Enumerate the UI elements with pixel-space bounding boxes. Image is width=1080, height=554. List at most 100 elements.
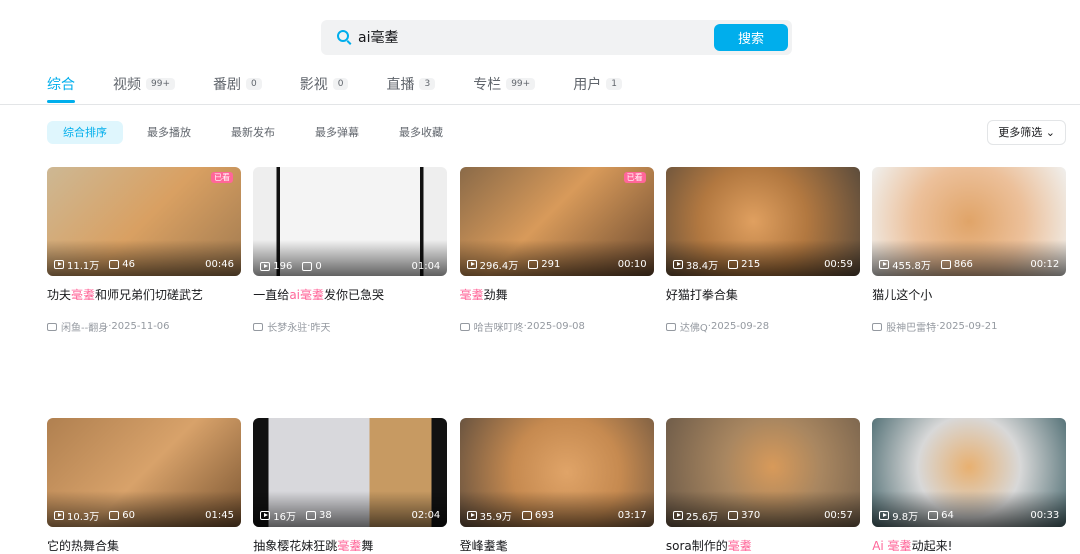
video-title[interactable]: sora制作的毫耋 — [666, 537, 860, 554]
tab-count-badge: 1 — [606, 78, 622, 90]
tab-5[interactable]: 专栏 99+ — [473, 74, 536, 94]
video-thumbnail[interactable]: 455.8万 866 00:12 — [872, 167, 1067, 276]
upload-date: 昨天 — [310, 323, 331, 334]
video-title[interactable]: 抽象樱花妹狂跳毫耋舞 — [253, 537, 447, 554]
danmaku-count: 0 — [315, 261, 322, 272]
danmaku-icon — [109, 260, 120, 269]
tab-6[interactable]: 用户 1 — [573, 74, 622, 94]
play-count: 10.3万 — [67, 512, 100, 523]
title-text: 舞 — [361, 539, 374, 553]
video-thumbnail[interactable]: 35.9万 693 03:17 — [459, 418, 654, 527]
danmaku-count: 370 — [741, 510, 761, 521]
play-count-icon — [466, 260, 477, 269]
video-thumbnail[interactable]: 已看 11.1万 46 00:46 — [47, 167, 241, 276]
video-stats: 38.4万 215 00:59 — [672, 257, 853, 272]
play-count: 455.8万 — [892, 261, 931, 272]
uploader-icon — [47, 322, 57, 331]
search-input[interactable] — [358, 26, 698, 48]
title-text: 功夫 — [47, 288, 72, 302]
tab-count-badge: 0 — [332, 78, 349, 90]
video-title[interactable]: 猫儿这个小 — [872, 286, 1066, 303]
keyword-highlight: 毫耋 — [727, 539, 752, 553]
video-card[interactable]: 9.8万 64 00:33 Ai 毫耋动起来! — [872, 418, 1067, 554]
video-title[interactable]: 它的热舞合集 — [47, 537, 241, 554]
tab-0[interactable]: 综合 — [47, 74, 75, 103]
video-meta: 哈吉咪叮咚 · 2025-09-08 — [459, 319, 654, 334]
tab-4[interactable]: 直播 3 — [386, 74, 436, 94]
danmaku-icon — [302, 262, 313, 271]
video-duration: 00:10 — [617, 259, 647, 270]
play-count-icon — [879, 260, 890, 269]
danmaku-count: 291 — [541, 259, 561, 270]
tab-label: 直播 — [386, 77, 415, 93]
title-text: 和师兄弟们切磋武艺 — [95, 288, 204, 302]
uploader-name[interactable]: 闲鱼--翻身 — [61, 319, 108, 334]
video-title[interactable]: 好猫打拳合集 — [666, 286, 860, 303]
video-thumbnail[interactable]: 10.3万 60 01:45 — [47, 418, 241, 527]
video-duration: 02:04 — [411, 510, 441, 521]
sort-option[interactable]: 最新发布 — [215, 121, 291, 144]
play-count-icon — [466, 511, 477, 520]
video-stats: 296.4万 291 00:10 — [466, 257, 647, 272]
sort-option[interactable]: 最多播放 — [131, 121, 207, 144]
uploader-name[interactable]: 达佛Q — [680, 319, 708, 334]
video-thumbnail[interactable]: 25.6万 370 00:57 — [665, 418, 860, 527]
search-bar: 搜索 — [321, 20, 792, 55]
title-text: 劲舞 — [483, 288, 508, 302]
video-stats: 9.8万 64 00:33 — [879, 508, 1059, 523]
video-title[interactable]: 毫耋劲舞 — [460, 286, 654, 303]
more-filters-button[interactable]: 更多筛选 ⌄ — [987, 120, 1066, 145]
tab-1[interactable]: 视频 99+ — [113, 74, 175, 94]
uploader-name[interactable]: 股神巴雷特 — [886, 319, 936, 334]
title-text: 登峰耋耄 — [459, 539, 508, 553]
danmaku-icon — [109, 511, 120, 520]
title-text: sora制作的 — [665, 539, 728, 553]
watched-badge: 已看 — [211, 172, 233, 183]
video-card[interactable]: 196 0 01:04 一直给ai毫耋发你已急哭 长梦永驻 · 昨天 — [253, 167, 448, 334]
video-title[interactable]: 功夫毫耋和师兄弟们切磋武艺 — [47, 286, 241, 303]
tab-3[interactable]: 影视 0 — [300, 74, 349, 94]
video-card[interactable]: 10.3万 60 01:45 它的热舞合集 — [47, 418, 241, 554]
video-card[interactable]: 455.8万 866 00:12 猫儿这个小 股神巴雷特 · 2025-09-21 — [872, 167, 1067, 334]
tab-2[interactable]: 番剧 0 — [213, 74, 262, 94]
video-card[interactable]: 已看 11.1万 46 00:46 功夫毫耋和师兄弟们切磋武艺 闲鱼--翻身 · 2025… — [47, 167, 241, 334]
danmaku-count: 866 — [953, 259, 973, 270]
video-stats: 25.6万 370 00:57 — [672, 508, 853, 523]
video-thumbnail[interactable]: 16万 38 02:04 — [253, 418, 448, 527]
search-button[interactable]: 搜索 — [714, 24, 788, 51]
play-count-icon — [260, 262, 271, 271]
video-card[interactable]: 35.9万 693 03:17 登峰耋耄 — [459, 418, 654, 554]
video-card[interactable]: 16万 38 02:04 抽象樱花妹狂跳毫耋舞 — [253, 418, 448, 554]
video-card[interactable]: 25.6万 370 00:57 sora制作的毫耋 — [665, 418, 860, 554]
play-count: 38.4万 — [685, 261, 719, 272]
video-title[interactable]: 登峰耋耄 — [460, 537, 654, 554]
title-text: 好猫打拳合集 — [665, 288, 738, 302]
video-thumbnail[interactable]: 38.4万 215 00:59 — [665, 167, 860, 276]
video-title[interactable]: 一直给ai毫耋发你已急哭 — [253, 286, 447, 303]
video-card[interactable]: 38.4万 215 00:59 好猫打拳合集 达佛Q · 2025-09-28 — [665, 167, 860, 334]
sort-option[interactable]: 综合排序 — [47, 121, 123, 144]
tab-count-badge: 3 — [419, 78, 436, 90]
video-thumbnail[interactable]: 已看 296.4万 291 00:10 — [459, 167, 654, 276]
danmaku-count: 38 — [319, 510, 332, 521]
video-duration: 01:04 — [411, 261, 441, 272]
video-grid: 已看 11.1万 46 00:46 功夫毫耋和师兄弟们切磋武艺 闲鱼--翻身 · 2025… — [47, 167, 1067, 554]
play-count: 35.9万 — [479, 512, 512, 523]
title-text: 抽象樱花妹狂跳 — [253, 539, 338, 553]
tab-label: 综合 — [47, 77, 75, 93]
sort-option[interactable]: 最多收藏 — [383, 121, 459, 144]
sort-option[interactable]: 最多弹幕 — [299, 121, 375, 144]
tab-label: 专栏 — [473, 77, 502, 93]
video-duration: 00:46 — [205, 259, 234, 270]
play-count-icon — [879, 511, 890, 520]
video-title[interactable]: Ai 毫耋动起来! — [872, 537, 1066, 554]
video-meta: 长梦永驻 · 昨天 — [253, 319, 447, 334]
video-card[interactable]: 已看 296.4万 291 00:10 毫耋劲舞 哈吉咪叮咚 · 2025-09-08 — [459, 167, 654, 334]
uploader-name[interactable]: 哈吉咪叮咚 — [474, 319, 524, 334]
video-thumbnail[interactable]: 9.8万 64 00:33 — [872, 418, 1067, 527]
play-count: 25.6万 — [685, 512, 719, 523]
video-duration: 01:45 — [205, 510, 234, 521]
uploader-name[interactable]: 长梦永驻 — [267, 319, 307, 334]
video-thumbnail[interactable]: 196 0 01:04 — [253, 167, 448, 276]
result-type-tabs: 综合 视频 99+ 番剧 0 影视 0 直播 3 专栏 99+ 用户 1 — [47, 74, 660, 103]
